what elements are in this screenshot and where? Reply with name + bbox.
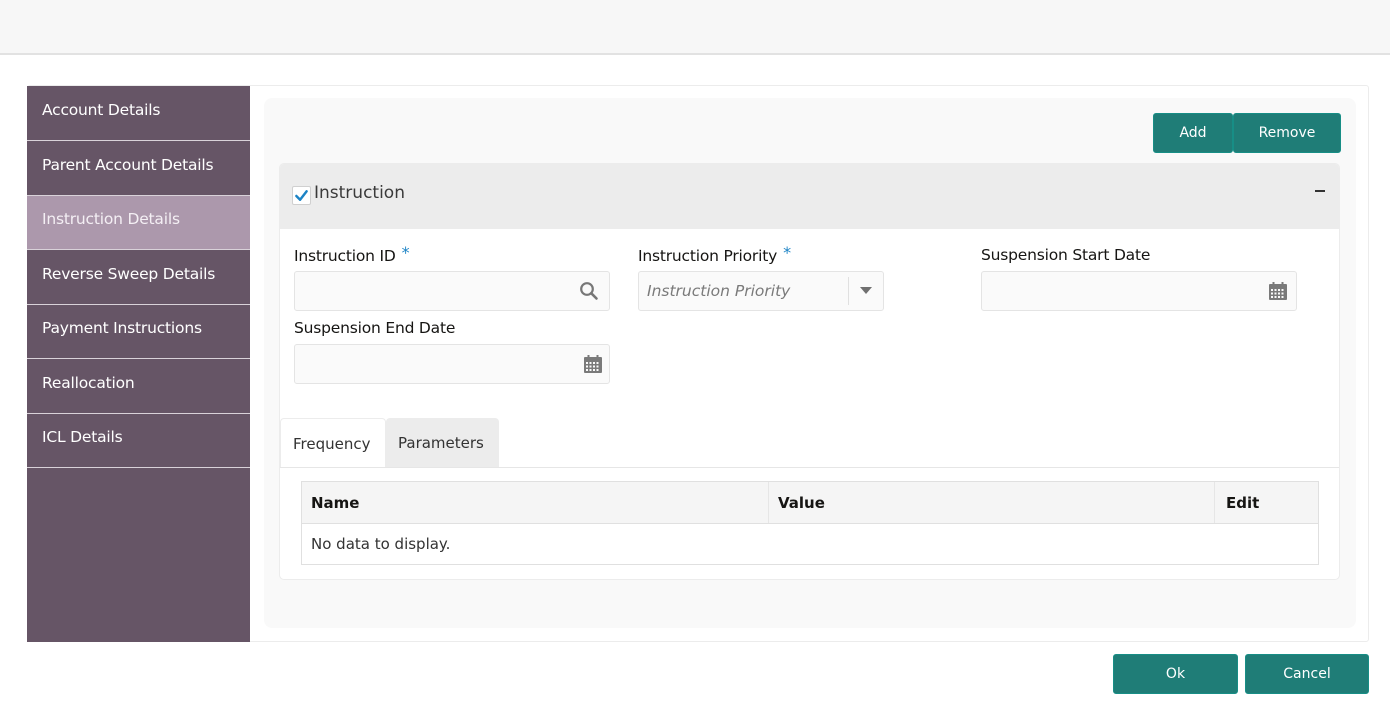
sidebar-item-instruction-details[interactable]: Instruction Details xyxy=(27,195,250,250)
sidebar-item-reallocation[interactable]: Reallocation xyxy=(27,359,250,414)
tab-parameters[interactable]: Parameters xyxy=(386,418,499,468)
sidebar-item-label: Account Details xyxy=(42,101,161,119)
required-mark: * xyxy=(401,243,410,262)
instruction-id-label: Instruction ID * xyxy=(294,243,410,265)
sidebar-item-parent-account-details[interactable]: Parent Account Details xyxy=(27,141,250,196)
instruction-id-input[interactable] xyxy=(294,271,610,311)
sidebar-item-label: Parent Account Details xyxy=(42,155,214,174)
sidebar-item-icl-details[interactable]: ICL Details xyxy=(27,414,250,468)
sidebar-item-payment-instructions[interactable]: Payment Instructions xyxy=(27,305,250,359)
sidebar-item-label: ICL Details xyxy=(42,428,123,447)
sidebar-item-label: Instruction Details xyxy=(42,210,180,229)
table-header: Name Value Edit xyxy=(302,482,1318,524)
tab-frequency[interactable]: Frequency xyxy=(280,418,386,468)
calendar-icon[interactable] xyxy=(583,354,603,374)
parameters-table: Name Value Edit No data to display. xyxy=(301,481,1319,565)
panel-header: Instruction xyxy=(280,164,1339,229)
suspension-start-date-label: Suspension Start Date xyxy=(981,246,1151,264)
calendar-icon[interactable] xyxy=(1268,281,1288,301)
column-header-edit[interactable]: Edit xyxy=(1215,482,1318,523)
instruction-priority-label-text: Instruction Priority xyxy=(638,247,778,265)
panel-title: Instruction xyxy=(314,183,405,203)
tab-label: Parameters xyxy=(398,434,484,452)
cancel-button[interactable]: Cancel xyxy=(1245,654,1369,694)
top-header-bar xyxy=(0,0,1390,55)
add-button[interactable]: Add xyxy=(1153,113,1233,153)
remove-button[interactable]: Remove xyxy=(1233,113,1341,153)
instruction-panel: Instruction Instruction ID * Instruction … xyxy=(279,163,1340,580)
suspension-start-date-input[interactable] xyxy=(981,271,1297,311)
instruction-priority-label: Instruction Priority * xyxy=(638,243,791,265)
sidebar-item-reverse-sweep-details[interactable]: Reverse Sweep Details xyxy=(27,250,250,305)
search-icon[interactable] xyxy=(579,281,599,301)
select-divider xyxy=(848,277,849,305)
tabs-divider xyxy=(280,467,1339,468)
empty-message: No data to display. xyxy=(311,535,451,553)
checkmark-icon xyxy=(295,190,308,201)
sidebar-item-label: Payment Instructions xyxy=(42,319,202,338)
column-header-value[interactable]: Value xyxy=(769,482,1215,523)
sidebar-item-label: Reverse Sweep Details xyxy=(42,264,216,283)
instruction-priority-select[interactable]: Instruction Priority xyxy=(638,271,884,311)
instruction-checkbox[interactable] xyxy=(292,186,311,205)
instruction-id-label-text: Instruction ID xyxy=(294,247,396,265)
tab-label: Frequency xyxy=(293,434,371,453)
required-mark: * xyxy=(783,243,791,262)
column-header-name[interactable]: Name xyxy=(302,482,769,523)
sidebar-item-label: Reallocation xyxy=(42,373,135,392)
ok-button[interactable]: Ok xyxy=(1113,654,1238,694)
minus-icon[interactable] xyxy=(1313,180,1327,200)
sidebar-nav: Account Details Parent Account Details I… xyxy=(27,86,250,642)
suspension-end-date-label: Suspension End Date xyxy=(294,319,456,337)
sidebar-item-account-details[interactable]: Account Details xyxy=(27,86,250,141)
instruction-priority-placeholder: Instruction Priority xyxy=(647,282,791,300)
caret-down-icon[interactable] xyxy=(860,287,872,295)
suspension-end-date-input[interactable] xyxy=(294,344,610,384)
